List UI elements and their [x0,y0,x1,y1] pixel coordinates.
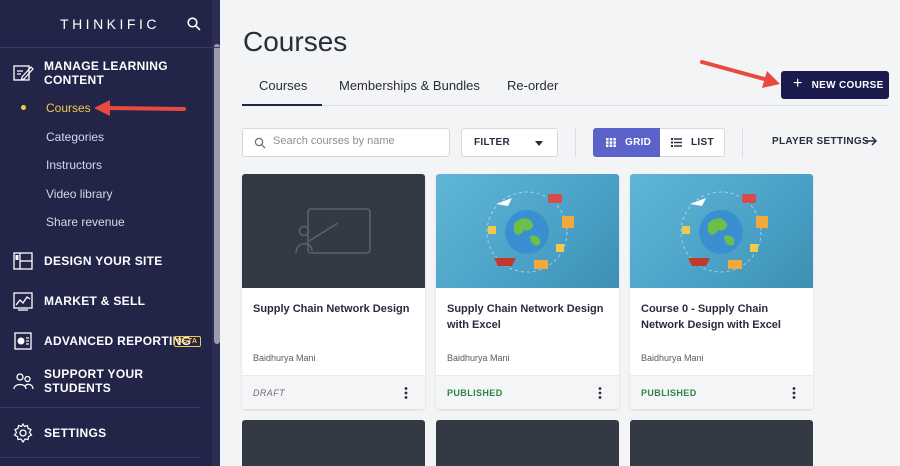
course-card-footer: PUBLISHED [436,375,619,409]
course-card[interactable]: Supply Chain Network Design with Excel B… [436,174,619,409]
nav-manage-learning-content[interactable]: MANAGE LEARNING CONTENT [0,59,212,87]
supply-chain-globe-illustration [486,191,574,273]
course-card-footer: PUBLISHED [630,375,813,409]
search-field[interactable] [242,128,450,157]
nav-sub-video-library[interactable]: Video library [46,187,112,201]
edit-content-icon [13,65,34,81]
course-card-partial[interactable] [242,420,425,466]
nav-design-your-site[interactable]: DESIGN YOUR SITE [0,249,212,273]
search-icon[interactable] [186,16,202,32]
toolbar-separator [742,128,743,157]
search-input[interactable] [273,135,443,147]
tab-reorder[interactable]: Re-order [507,78,558,93]
player-settings-link[interactable]: PLAYER SETTINGS [772,136,869,147]
nav-label: DESIGN YOUR SITE [44,254,163,268]
kebab-menu-icon[interactable] [792,387,796,399]
tab-memberships-bundles[interactable]: Memberships & Bundles [339,78,480,93]
nav-sub-share-revenue[interactable]: Share revenue [46,215,125,229]
list-label: LIST [691,137,714,148]
nav-sub-instructors[interactable]: Instructors [46,158,102,172]
course-thumbnail-image[interactable] [630,174,813,288]
beta-badge: BETA [174,336,201,347]
nav-sub-categories[interactable]: Categories [46,130,104,144]
course-title[interactable]: Supply Chain Network Design [253,301,418,317]
grid-icon [606,138,616,147]
grid-view-button[interactable]: GRID [593,128,660,157]
nav-support-your-students[interactable]: SUPPORT YOUR STUDENTS [0,367,212,395]
filter-label: FILTER [474,137,511,148]
list-view-button[interactable]: LIST [660,128,725,157]
nav-label: ADVANCED REPORTING [44,334,192,348]
presentation-placeholder-icon [295,208,371,254]
page-title: Courses [243,26,348,57]
status-badge: DRAFT [253,388,285,398]
gear-icon [13,422,33,444]
sidebar-divider [0,407,200,408]
nav-label: SETTINGS [44,426,107,440]
course-author: Baidhurya Mani [447,353,510,363]
course-card[interactable]: Supply Chain Network Design Baidhurya Ma… [242,174,425,409]
kebab-menu-icon[interactable] [598,387,602,399]
kebab-menu-icon[interactable] [404,387,408,399]
thinkific-logo[interactable]: THINKIFIC [60,16,160,32]
sidebar-divider [0,457,200,458]
course-title[interactable]: Supply Chain Network Design with Excel [447,301,612,333]
grid-label: GRID [625,137,652,148]
caret-down-icon [535,141,543,146]
students-icon [13,373,34,390]
course-thumbnail-placeholder[interactable] [242,174,425,288]
arrow-right-icon[interactable] [864,135,878,147]
search-icon [254,137,266,149]
status-badge: PUBLISHED [447,388,503,398]
new-course-label: NEW COURSE [811,79,884,91]
status-badge: PUBLISHED [641,388,697,398]
main-content: Courses Courses Memberships & Bundles Re… [220,0,900,466]
course-card-partial[interactable] [436,420,619,466]
report-icon [14,332,32,350]
new-course-button[interactable]: + NEW COURSE [781,71,889,99]
supply-chain-globe-illustration [680,191,768,273]
tab-courses[interactable]: Courses [259,78,307,93]
nav-label: MANAGE LEARNING CONTENT [44,59,168,87]
course-card-partial[interactable] [630,420,813,466]
course-card-footer: DRAFT [242,375,425,409]
toolbar-separator [575,128,576,157]
nav-label: SUPPORT YOUR STUDENTS [44,367,144,395]
course-card[interactable]: Course 0 - Supply Chain Network Design w… [630,174,813,409]
chart-icon [13,292,33,311]
nav-settings[interactable]: SETTINGS [0,421,212,445]
nav-label: MARKET & SELL [44,294,146,308]
plus-icon: + [793,75,803,92]
course-author: Baidhurya Mani [641,353,704,363]
sidebar: THINKIFIC MANAGE LEARNING CONTENT Course… [0,0,220,466]
nav-sub-courses[interactable]: Courses [46,101,91,115]
active-indicator [21,105,26,110]
active-tab-underline [242,104,322,106]
filter-dropdown[interactable]: FILTER [461,128,558,157]
course-title[interactable]: Course 0 - Supply Chain Network Design w… [641,301,806,333]
course-thumbnail-image[interactable] [436,174,619,288]
list-icon [671,138,682,147]
layout-icon [13,252,33,270]
nav-market-and-sell[interactable]: MARKET & SELL [0,289,212,313]
sidebar-header: THINKIFIC [0,0,220,48]
course-author: Baidhurya Mani [253,353,316,363]
